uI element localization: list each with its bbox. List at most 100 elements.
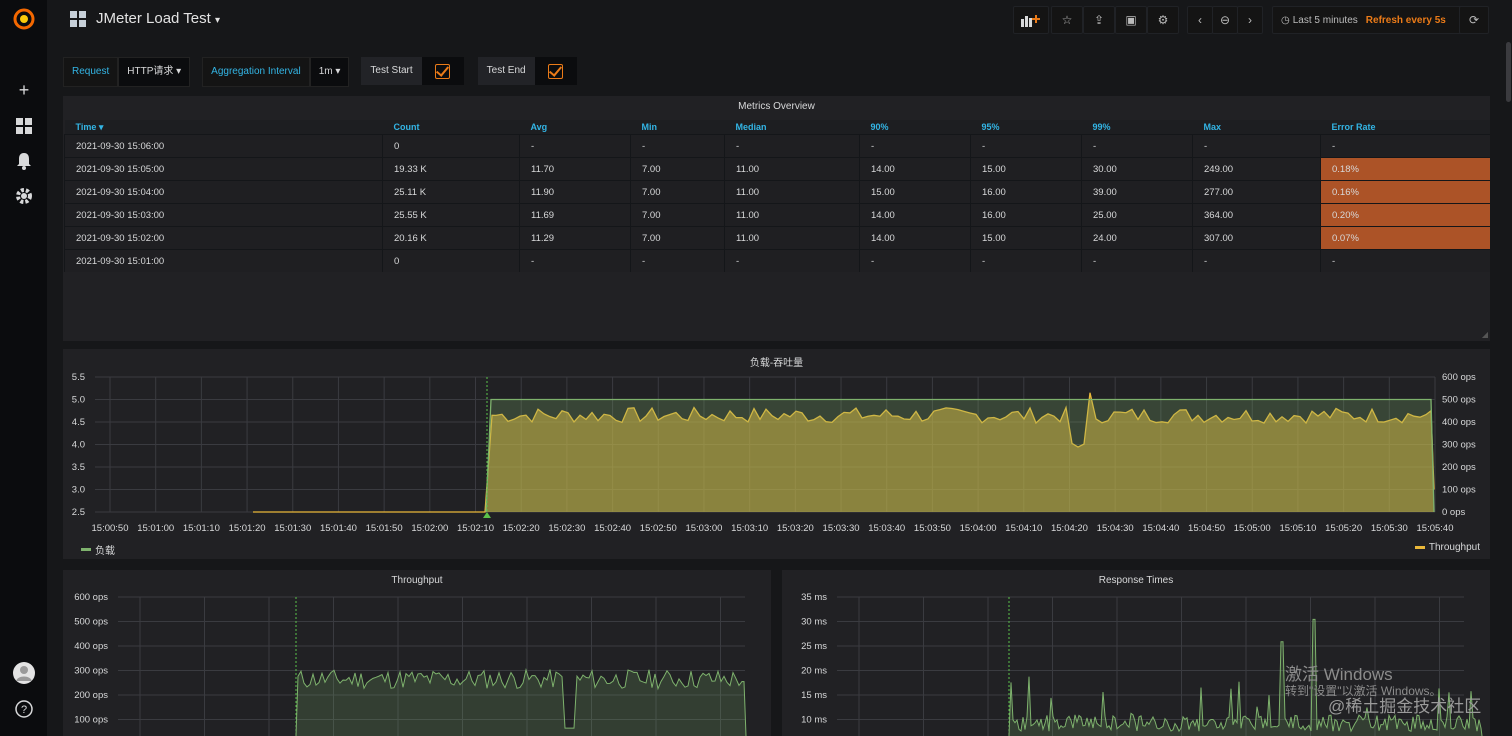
- y-left-tick-label: 5.5: [72, 372, 85, 383]
- table-cell: 2021-09-30 15:01:00: [64, 249, 383, 272]
- dashboards-icon[interactable]: [11, 113, 37, 139]
- panel-title[interactable]: Response Times: [782, 575, 1490, 586]
- time-forward-button[interactable]: ›: [1237, 6, 1263, 34]
- checkbox-checked-icon: [435, 63, 451, 79]
- col-header-time[interactable]: Time ▾: [64, 120, 383, 135]
- throughput-panel: Throughput 100 ops 200 ops 300 ops 400 ops 5…: [63, 570, 771, 736]
- time-range-label: Last 5 minutes: [1292, 14, 1358, 26]
- x-tick-label: 15:01:20: [229, 523, 266, 534]
- x-tick-label: 15:04:40: [1142, 523, 1179, 534]
- x-tick-label: 15:02:00: [411, 523, 448, 534]
- table-cell: -: [1081, 134, 1193, 158]
- y-right-tick-label: 100 ops: [1442, 485, 1476, 496]
- settings-button[interactable]: ⚙: [1147, 6, 1179, 34]
- x-tick-label: 15:02:30: [548, 523, 585, 534]
- col-header-p90[interactable]: 90%: [859, 120, 971, 135]
- table-row: 2021-09-30 15:05:00 19.33 K 11.70 7.00 11.00…: [64, 157, 1490, 181]
- y-tick-label: 20 ms: [801, 666, 827, 677]
- panel-title[interactable]: Metrics Overview: [63, 101, 1490, 112]
- table-cell: -: [724, 134, 860, 158]
- table-cell: 11.00: [724, 157, 860, 181]
- panel-title[interactable]: Throughput: [63, 575, 771, 586]
- table-cell: 19.33 K: [382, 157, 520, 181]
- table-cell: 2021-09-30 15:03:00: [64, 203, 383, 227]
- page-scrollbar[interactable]: [1506, 42, 1511, 102]
- table-cell: 14.00: [859, 157, 971, 181]
- dashboard-grid-icon[interactable]: [70, 11, 87, 31]
- table-cell: -: [859, 134, 971, 158]
- star-icon: ☆: [1061, 13, 1073, 27]
- table-cell: 7.00: [630, 180, 725, 204]
- x-tick-label: 15:03:40: [868, 523, 905, 534]
- user-avatar-icon[interactable]: [11, 660, 37, 686]
- x-tick-label: 15:01:40: [320, 523, 357, 534]
- share-button[interactable]: ⇪: [1083, 6, 1115, 34]
- col-header-p95[interactable]: 95%: [970, 120, 1082, 135]
- table-cell: -: [630, 134, 725, 158]
- grafana-logo-icon[interactable]: [11, 6, 37, 32]
- table-cell: 277.00: [1192, 180, 1321, 204]
- table-row: 2021-09-30 15:06:00 0- - - - - - - -: [64, 134, 1490, 158]
- plus-icon[interactable]: +: [11, 77, 37, 103]
- aggregation-interval-label: Aggregation Interval: [202, 57, 310, 87]
- gear-icon[interactable]: [11, 183, 37, 209]
- col-header-median[interactable]: Median: [724, 120, 860, 135]
- y-right-tick-label: 300 ops: [1442, 440, 1476, 451]
- table-row: 2021-09-30 15:01:00 0- - - - - - - -: [64, 249, 1490, 272]
- table-cell: 7.00: [630, 226, 725, 250]
- legend-item-load[interactable]: 负载: [81, 542, 115, 557]
- aggregation-interval-select[interactable]: 1m ▾: [309, 57, 350, 87]
- dashboard-title[interactable]: JMeter Load Test ▾: [96, 10, 220, 27]
- refresh-button[interactable]: ⟳: [1459, 6, 1489, 34]
- resize-handle-icon[interactable]: ◢: [1482, 330, 1488, 339]
- help-icon[interactable]: ?: [11, 696, 37, 722]
- star-button[interactable]: ☆: [1051, 6, 1083, 34]
- table-cell: 16.00: [970, 203, 1082, 227]
- zoom-out-button[interactable]: ⊖: [1212, 6, 1238, 34]
- load-throughput-panel: 负载-吞吐量 2.5 3.0 3.5 4.0 4.5 5.0 5.5 0 ops 100 ops…: [63, 349, 1490, 559]
- bell-icon[interactable]: [11, 148, 37, 174]
- col-header-error-rate[interactable]: Error Rate: [1320, 120, 1490, 135]
- throughput-chart[interactable]: 100 ops 200 ops 300 ops 400 ops 500 ops 600 o…: [63, 590, 771, 736]
- request-variable-select[interactable]: HTTP请求 ▾: [118, 57, 191, 87]
- x-tick-label: 15:01:10: [183, 523, 220, 534]
- col-header-avg[interactable]: Avg: [519, 120, 631, 135]
- test-start-checkbox[interactable]: [421, 57, 464, 85]
- refresh-icon: ⟳: [1468, 13, 1480, 27]
- cog-icon: ⚙: [1157, 13, 1169, 27]
- table-cell: 14.00: [859, 226, 971, 250]
- x-tick-label: 15:03:20: [777, 523, 814, 534]
- table-cell: 30.00: [1081, 157, 1193, 181]
- refresh-interval-label: Refresh every 5s: [1365, 14, 1446, 26]
- error-rate-cell: 0.18%: [1320, 157, 1490, 181]
- table-cell: 11.00: [724, 180, 860, 204]
- table-cell: 14.00: [859, 203, 971, 227]
- x-tick-label: 15:02:40: [594, 523, 631, 534]
- col-header-max[interactable]: Max: [1192, 120, 1321, 135]
- save-button[interactable]: ▣: [1115, 6, 1147, 34]
- legend-item-throughput[interactable]: Throughput: [1414, 542, 1480, 553]
- table-cell: 39.00: [1081, 180, 1193, 204]
- table-cell: -: [519, 134, 631, 158]
- time-back-button[interactable]: ‹: [1187, 6, 1213, 34]
- load-throughput-chart[interactable]: 2.5 3.0 3.5 4.0 4.5 5.0 5.5 0 ops 100 ops 200 ops…: [63, 369, 1490, 539]
- table-cell: -: [630, 249, 725, 272]
- col-header-min[interactable]: Min: [630, 120, 725, 135]
- x-tick-label: 15:05:10: [1279, 523, 1316, 534]
- table-cell: 11.70: [519, 157, 631, 181]
- table-cell: -: [970, 249, 1082, 272]
- col-header-p99[interactable]: 99%: [1081, 120, 1193, 135]
- caret-down-icon: ▾: [214, 15, 220, 26]
- add-panel-button[interactable]: [1013, 6, 1049, 34]
- time-picker-button[interactable]: ◷ Last 5 minutes Refresh every 5s: [1272, 6, 1467, 34]
- x-tick-label: 15:05:40: [1417, 523, 1454, 534]
- table-cell: -: [724, 249, 860, 272]
- y-tick-label: 10 ms: [801, 715, 827, 726]
- test-end-checkbox[interactable]: [534, 57, 577, 85]
- table-cell: 15.00: [970, 157, 1082, 181]
- error-rate-cell: -: [1320, 134, 1490, 158]
- template-variables-bar: Request HTTP请求 ▾ Aggregation Interval 1m…: [63, 57, 577, 87]
- col-header-count[interactable]: Count: [382, 120, 520, 135]
- table-cell: 25.00: [1081, 203, 1193, 227]
- panel-title[interactable]: 负载-吞吐量: [63, 354, 1490, 369]
